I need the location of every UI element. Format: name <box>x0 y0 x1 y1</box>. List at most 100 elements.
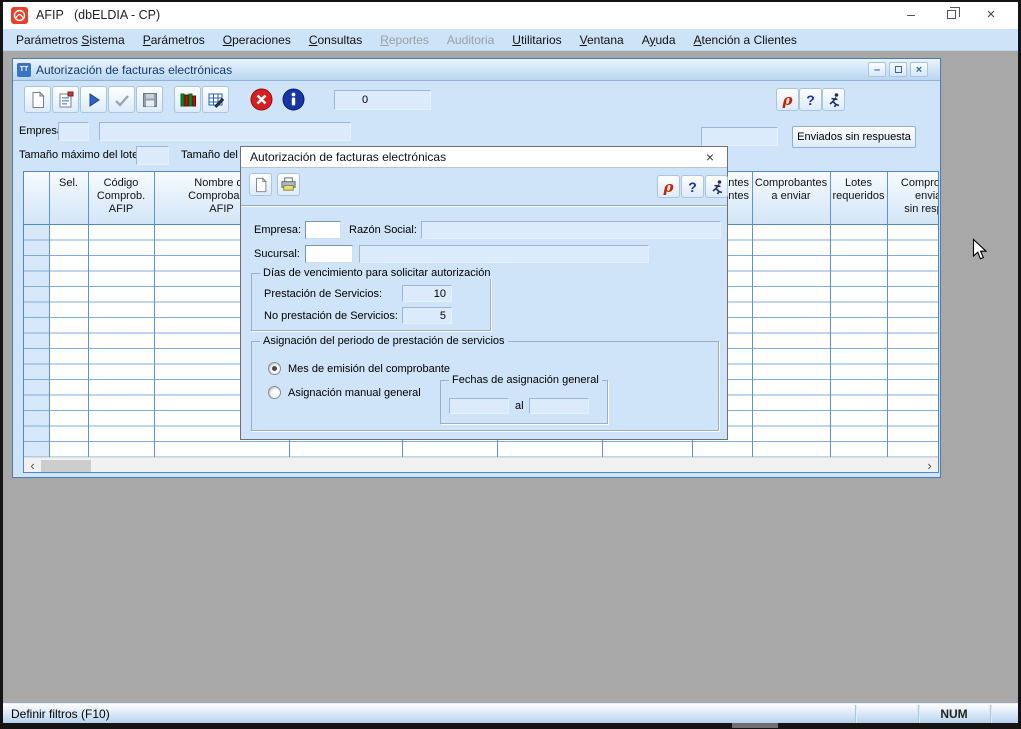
filter-rho-icon: ρ <box>783 91 793 109</box>
exit-button[interactable] <box>822 88 845 111</box>
toolbar-separator <box>241 205 727 207</box>
column-divider <box>752 172 753 457</box>
tamano-lote-actual-label: Tamaño del l <box>181 149 243 161</box>
asignacion-group: Asignación del periodo de prestación de … <box>251 341 719 431</box>
menu-parametros[interactable]: Parámetros <box>134 29 214 51</box>
menu-reportes: Reportes <box>371 29 438 51</box>
child-minimize-button[interactable]: – <box>868 62 886 77</box>
column-divider <box>154 172 155 457</box>
fecha-hasta-field <box>529 398 589 414</box>
child-maximize-button[interactable] <box>889 62 907 77</box>
check-icon <box>113 91 131 109</box>
dialog-close-button[interactable]: × <box>701 149 719 166</box>
al-label: al <box>515 400 524 412</box>
properties-button[interactable] <box>52 86 79 113</box>
fecha-desde-field <box>449 398 509 414</box>
radio-asignacion-manual[interactable] <box>268 386 281 399</box>
empresa-name-field <box>99 122 351 141</box>
menu-ventana[interactable]: Ventana <box>571 29 633 51</box>
sucursal-label: Sucursal: <box>254 248 300 260</box>
dialog-empresa-label: Empresa: <box>254 224 301 236</box>
vencimiento-group-title: Días de vencimiento para solicitar autor… <box>260 267 493 279</box>
cancel-button[interactable] <box>249 87 274 112</box>
tamano-lote-field <box>136 146 169 165</box>
enviados-sin-respuesta-button[interactable]: Enviados sin respuesta <box>792 126 916 148</box>
app-icon <box>11 7 28 24</box>
grid-edit-icon <box>207 91 225 109</box>
col-header-a-enviar: Comprobantes a enviar <box>752 172 830 225</box>
enviados-count-field <box>701 127 778 146</box>
new-button[interactable] <box>24 86 51 113</box>
scroll-left-button[interactable]: ‹ <box>24 458 41 473</box>
fechas-group-title: Fechas de asignación general <box>449 374 602 386</box>
minimize-button[interactable]: – <box>894 2 928 29</box>
maximize-button[interactable] <box>934 2 968 29</box>
run-button[interactable] <box>80 86 107 113</box>
window-title: AFIP (dbELDIA - CP) <box>36 8 160 22</box>
status-separator <box>990 705 992 723</box>
dialog-filter-button[interactable]: ρ <box>657 175 680 198</box>
empresa-code-field <box>58 122 89 141</box>
help-button[interactable]: ? <box>799 88 822 111</box>
status-text: Definir filtros (F10) <box>11 707 110 721</box>
dialog-exit-button[interactable] <box>705 175 728 198</box>
col-header-enviados: Comprobantes enviados sin respuesta <box>887 172 939 225</box>
menu-operaciones[interactable]: Operaciones <box>214 29 300 51</box>
confirm-button[interactable] <box>108 86 135 113</box>
exit-runner-icon <box>709 179 725 195</box>
menu-parametros-sistema[interactable]: Parámetros Sistema <box>7 29 134 51</box>
child-close-button[interactable]: × <box>910 62 928 77</box>
dialog-print-button[interactable] <box>277 173 300 196</box>
exit-runner-icon <box>826 92 842 108</box>
save-icon <box>141 91 159 109</box>
no-prestacion-label: No prestación de Servicios: <box>264 310 398 322</box>
menu-ayuda[interactable]: Ayuda <box>633 29 685 51</box>
dialog-title: Autorización de facturas electrónicas <box>250 150 446 164</box>
save-button[interactable] <box>136 86 163 113</box>
column-divider <box>830 172 831 457</box>
no-prestacion-field <box>402 307 452 324</box>
autorizacion-dialog: Autorización de facturas electrónicas × … <box>240 146 728 440</box>
app-window: AFIP (dbELDIA - CP) – × Parámetros Siste… <box>0 0 1021 729</box>
menu-utilitarios[interactable]: Utilitarios <box>503 29 570 51</box>
col-header-lotes: Lotes requeridos <box>830 172 887 225</box>
razon-social-label: Razón Social: <box>349 224 417 236</box>
sucursal-field[interactable] <box>305 245 353 263</box>
help-icon: ? <box>806 92 815 108</box>
radio-mes-emision[interactable] <box>268 362 281 375</box>
child-title-bar[interactable]: TT Autorización de facturas electrónicas… <box>13 59 940 81</box>
tamano-lote-label: Tamaño máximo del lote: <box>19 149 141 161</box>
child-window-title: Autorización de facturas electrónicas <box>36 63 232 77</box>
batch-button[interactable] <box>174 86 201 113</box>
menu-bar: Parámetros Sistema Parámetros Operacione… <box>3 29 1018 51</box>
dialog-new-button[interactable] <box>249 173 272 196</box>
close-button[interactable]: × <box>974 2 1008 29</box>
col-header-sel: Sel. <box>49 172 88 225</box>
status-bar: Definir filtros (F10) NUM <box>3 703 1018 723</box>
restore-icon <box>947 10 956 19</box>
column-divider <box>88 172 89 457</box>
scroll-right-button[interactable]: › <box>921 458 938 473</box>
sucursal-name-field <box>359 245 649 263</box>
info-button[interactable] <box>281 87 306 112</box>
column-divider <box>887 172 888 457</box>
bottom-border-segment <box>732 723 778 728</box>
menu-auditoria: Auditoria <box>438 29 503 51</box>
horizontal-scrollbar[interactable]: ‹ › <box>24 457 938 473</box>
prestacion-field <box>402 285 452 302</box>
scrollbar-thumb[interactable] <box>41 460 91 472</box>
properties-icon <box>57 91 75 109</box>
col-header-codigo: Código Comprob. AFIP <box>88 172 154 225</box>
num-lock-indicator: NUM <box>918 707 990 721</box>
batch-bars-icon <box>179 91 197 109</box>
status-separator <box>855 705 857 723</box>
dialog-empresa-field[interactable] <box>305 221 341 239</box>
dialog-title-bar[interactable]: Autorización de facturas electrónicas × <box>241 147 727 168</box>
grid-edit-button[interactable] <box>202 86 229 113</box>
new-document-icon <box>29 91 47 109</box>
dialog-help-button[interactable]: ? <box>681 175 704 198</box>
counter-field <box>334 90 431 110</box>
menu-consultas[interactable]: Consultas <box>300 29 371 51</box>
filter-button[interactable]: ρ <box>776 88 799 111</box>
menu-atencion-clientes[interactable]: Atención a Clientes <box>685 29 806 51</box>
